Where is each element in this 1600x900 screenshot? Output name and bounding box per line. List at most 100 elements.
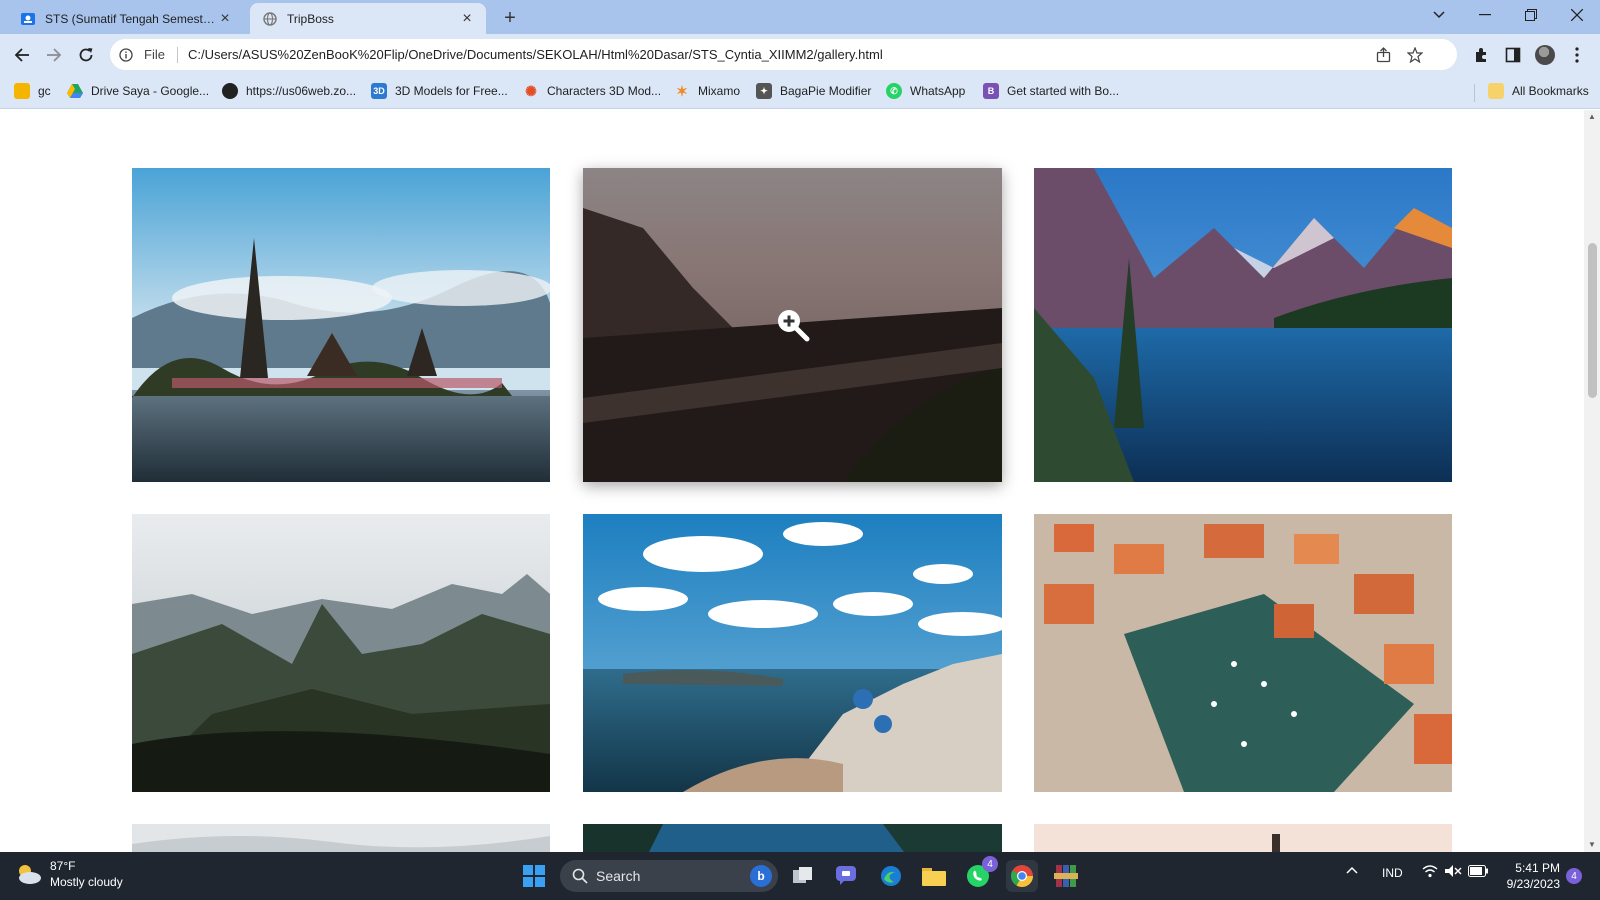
search-icon bbox=[572, 868, 588, 884]
bookmark-drive[interactable]: Drive Saya - Google... bbox=[67, 80, 209, 102]
divider bbox=[1474, 84, 1475, 102]
winrar-button[interactable] bbox=[1050, 860, 1082, 892]
address-bar[interactable]: File C:/Users/ASUS%20ZenBooK%20Flip/OneD… bbox=[110, 39, 1457, 70]
extensions-icon[interactable] bbox=[1471, 45, 1491, 65]
weather-condition: Mostly cloudy bbox=[50, 875, 123, 889]
mixamo-icon: ✶ bbox=[676, 82, 688, 99]
task-view-button[interactable] bbox=[787, 860, 819, 892]
page-scrollbar[interactable]: ▲ ▼ bbox=[1584, 110, 1600, 852]
hover-overlay bbox=[583, 168, 1002, 482]
whatsapp-button[interactable]: 4 bbox=[962, 856, 998, 892]
taskbar-search[interactable]: Search b bbox=[560, 860, 778, 892]
back-button[interactable] bbox=[8, 41, 36, 69]
chevron-up-icon bbox=[1346, 866, 1358, 874]
gallery-photo-santorini[interactable] bbox=[583, 514, 1002, 792]
bookmark-label: Mixamo bbox=[698, 84, 741, 98]
scroll-down-icon[interactable]: ▼ bbox=[1587, 840, 1597, 850]
close-window-button[interactable] bbox=[1554, 0, 1600, 30]
start-button[interactable] bbox=[518, 860, 550, 892]
info-icon[interactable] bbox=[118, 47, 134, 63]
close-tab-icon[interactable]: × bbox=[216, 10, 234, 28]
whatsapp-icon: ✆ bbox=[886, 83, 902, 99]
chevron-down-icon bbox=[1433, 11, 1445, 19]
system-clock[interactable]: 5:41 PM 9/23/2023 bbox=[1500, 860, 1560, 892]
gallery-photo-machu-picchu[interactable] bbox=[132, 514, 550, 792]
gallery-photo-bottom-right[interactable] bbox=[1034, 824, 1452, 852]
weather-temp: 87°F bbox=[50, 859, 76, 873]
new-tab-button[interactable]: + bbox=[498, 6, 522, 30]
mixamo-char-icon: ✺ bbox=[525, 82, 537, 99]
chrome-button[interactable] bbox=[1006, 860, 1038, 892]
edge-icon bbox=[881, 866, 901, 886]
minimize-icon bbox=[1479, 14, 1491, 16]
gallery-photo-bottom-left[interactable] bbox=[132, 824, 550, 852]
forward-button[interactable] bbox=[40, 41, 68, 69]
minimize-button[interactable] bbox=[1462, 0, 1508, 30]
bookmark-zoom[interactable]: https://us06web.zo... bbox=[222, 80, 356, 102]
scheme-label: File bbox=[144, 47, 165, 62]
file-explorer-button[interactable] bbox=[918, 860, 950, 892]
profile-avatar[interactable] bbox=[1535, 45, 1555, 65]
teams-chat-button[interactable] bbox=[831, 860, 863, 892]
tab-tripboss[interactable]: TripBoss × bbox=[250, 3, 486, 34]
divider bbox=[176, 46, 178, 63]
winrar-icon bbox=[1054, 865, 1078, 887]
3d-icon: 3D bbox=[371, 83, 387, 99]
reload-button[interactable] bbox=[72, 41, 100, 69]
bookmark-gc[interactable]: gc bbox=[14, 80, 51, 102]
bookmark-label: gc bbox=[38, 84, 51, 98]
gallery-photo-harbor-town[interactable] bbox=[1034, 514, 1452, 792]
bookmark-mixamo[interactable]: ✶ Mixamo bbox=[674, 80, 740, 102]
battery-icon[interactable] bbox=[1468, 865, 1488, 880]
close-tab-icon[interactable]: × bbox=[458, 10, 476, 28]
tab-sts[interactable]: STS (Sumatif Tengah Semester) C × bbox=[8, 3, 244, 34]
scroll-up-icon[interactable]: ▲ bbox=[1587, 112, 1597, 122]
gallery-photo-bottom-middle[interactable] bbox=[583, 824, 1002, 852]
bookmark-bagapie[interactable]: ✦ BagaPie Modifier bbox=[756, 80, 871, 102]
globe-icon bbox=[262, 11, 278, 27]
menu-icon[interactable] bbox=[1567, 45, 1587, 65]
side-panel-icon[interactable] bbox=[1503, 45, 1523, 65]
bookmark-label: Characters 3D Mod... bbox=[547, 84, 662, 98]
zoom-in-icon[interactable] bbox=[775, 307, 811, 343]
bookmark-3d-models[interactable]: 3D 3D Models for Free... bbox=[371, 80, 508, 102]
chrome-icon bbox=[1011, 865, 1033, 887]
bookmark-characters[interactable]: ✺ Characters 3D Mod... bbox=[523, 80, 661, 102]
share-icon[interactable] bbox=[1375, 46, 1393, 64]
bookmark-label: All Bookmarks bbox=[1512, 84, 1589, 98]
wifi-icon[interactable] bbox=[1422, 864, 1438, 881]
gallery-photo-bali-temple[interactable] bbox=[132, 168, 550, 482]
bookmark-label: Get started with Bo... bbox=[1007, 84, 1120, 98]
bagapie-icon: ✦ bbox=[756, 83, 772, 99]
tab-strip: STS (Sumatif Tengah Semester) C × TripBo… bbox=[0, 0, 1600, 34]
url-text[interactable]: C:/Users/ASUS%20ZenBooK%20Flip/OneDrive/… bbox=[188, 47, 883, 62]
speaker-muted-icon[interactable] bbox=[1444, 864, 1462, 881]
restore-button[interactable] bbox=[1508, 0, 1554, 30]
bookmark-label: WhatsApp bbox=[910, 84, 966, 98]
bing-icon[interactable]: b bbox=[750, 865, 772, 887]
globe-icon bbox=[222, 83, 238, 99]
bookmark-whatsapp[interactable]: ✆ WhatsApp bbox=[886, 80, 965, 102]
scrollbar-thumb[interactable] bbox=[1588, 243, 1597, 398]
edge-button[interactable] bbox=[875, 860, 907, 892]
weather-widget[interactable]: 87°F Mostly cloudy bbox=[14, 858, 123, 890]
language-indicator[interactable]: IND bbox=[1382, 866, 1403, 880]
gallery-photo-mountain-lake[interactable] bbox=[1034, 168, 1452, 482]
tab-search-button[interactable] bbox=[1416, 0, 1462, 30]
all-bookmarks[interactable]: All Bookmarks bbox=[1488, 80, 1589, 102]
bookmark-bootstrap[interactable]: B Get started with Bo... bbox=[983, 80, 1119, 102]
notification-badge[interactable]: 4 bbox=[1566, 868, 1582, 884]
clock-time: 5:41 PM bbox=[1515, 861, 1560, 875]
bookmark-label: Drive Saya - Google... bbox=[91, 84, 210, 98]
chat-icon bbox=[836, 866, 856, 885]
star-icon[interactable] bbox=[1406, 46, 1424, 64]
search-label: Search bbox=[596, 868, 641, 884]
restore-icon bbox=[1525, 9, 1537, 21]
arrow-right-icon bbox=[47, 48, 62, 62]
tab-title: TripBoss bbox=[287, 11, 334, 26]
show-hidden-icons[interactable] bbox=[1346, 864, 1358, 878]
bootstrap-icon: B bbox=[983, 83, 999, 99]
gallery-photo-coastal-cliff[interactable] bbox=[583, 168, 1002, 482]
drive-icon bbox=[67, 83, 83, 99]
toolbar: File C:/Users/ASUS%20ZenBooK%20Flip/OneD… bbox=[0, 34, 1600, 75]
